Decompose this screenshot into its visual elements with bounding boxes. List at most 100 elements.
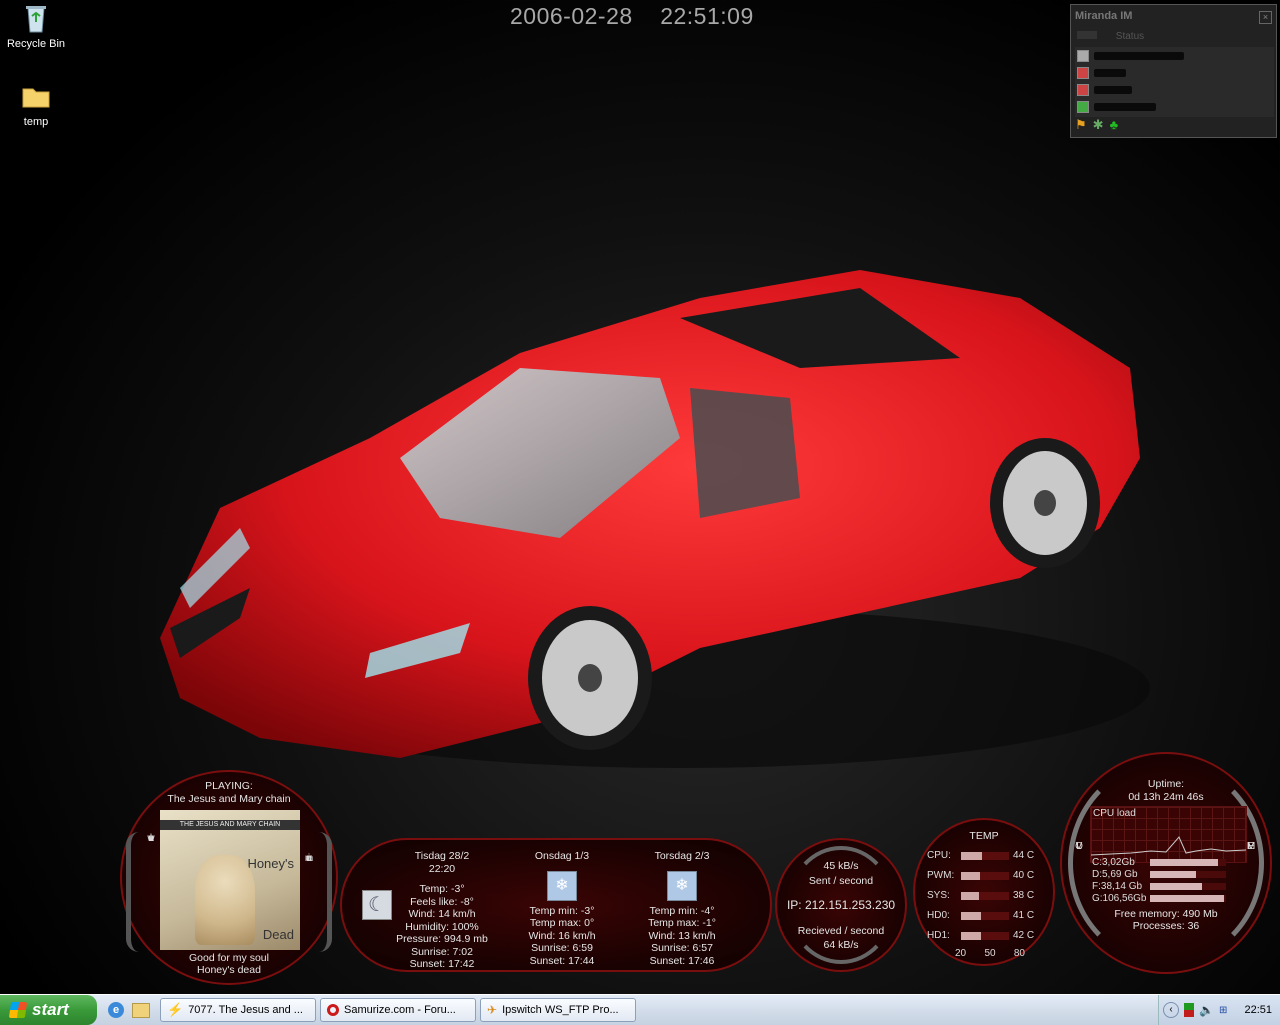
weather-day-3: Torsdag 2/3 ❄ Temp min: -4° Temp max: -1… [612,850,752,967]
track-title: Good for my soul [189,952,269,964]
ie-icon[interactable]: e [108,1002,124,1018]
taskbar-button-winamp[interactable]: ⚡ 7077. The Jesus and ... [160,998,316,1022]
weather-line: Sunset: 17:44 [529,954,595,967]
status-clover-icon[interactable]: ♣ [1110,117,1119,133]
temp-bar [961,931,1009,940]
status-label: Status [1115,31,1145,42]
temp-scale-tick: 20 [955,948,967,959]
album-band-text: The Jesus And Mary Chain [179,821,281,828]
recycle-bin-icon [26,6,46,33]
windows-logo-icon [8,1002,28,1018]
drive-bar-fill [1150,870,1196,878]
drive-row: G:106,56Gb [1092,892,1226,904]
cpu-load-line [1091,836,1246,856]
temp-scale-tick: 50 [984,948,996,959]
contact-list[interactable] [1075,47,1274,117]
temp-value: 38 C [1013,890,1035,901]
weather-line: Sunrise: 6:59 [531,942,593,954]
temp-scale-tick: 80 [1013,948,1025,959]
remain-arc [319,832,332,952]
drive-bar-fill [1150,894,1225,902]
contact-status-icon [1077,100,1089,113]
temp-label: PWM: [927,870,955,881]
miranda-im-window[interactable]: Miranda IM × Status ⚑ ✱ ♣ [1070,4,1277,138]
weather-line: Wind: 14 km/h [408,908,476,920]
temp-value: 41 C [1013,910,1035,921]
options-icon[interactable]: ✱ [1093,117,1104,133]
uptime-value: 0d 13h 24m 46s [1128,791,1204,803]
temp-bar-fill [961,911,981,920]
opera-icon [327,1004,339,1016]
list-item[interactable] [1075,81,1274,98]
temp-label: HD0: [927,910,950,921]
weather-day-title: Onsdag 1/3 [534,850,590,862]
temp-row-cpu: CPU: 44 C [927,850,1037,861]
snow-icon: ❄ [547,870,577,901]
taskbar-button-label: Samurize.com - Foru... [344,1004,456,1016]
volume-icon[interactable]: 🔈 [1199,1003,1214,1017]
drive-label: G:106,56Gb [1092,892,1147,904]
weather-line: Pressure: 994.9 mb [396,933,488,945]
media-player-widget[interactable]: PLAYING: The Jesus and Mary chain The Je… [120,770,338,985]
album-band-strip: The Jesus And Mary Chain [160,820,300,830]
menu-icon[interactable]: ⚑ [1075,117,1087,133]
chevron-left-icon[interactable]: ‹ [1163,1002,1179,1018]
list-item[interactable] [1075,64,1274,81]
temperature-widget: TEMP CPU: 44 C PWM: 40 C SYS: 38 C HD0: 41 C… [913,818,1055,966]
contact-name-redacted [1094,102,1156,111]
temp-bar-fill [961,871,981,880]
temp-bar-fill [961,891,980,900]
temp-title: TEMP [969,830,999,842]
miranda-status-bar[interactable]: Status [1077,31,1271,45]
drive-bar-fill [1150,858,1219,866]
list-item[interactable] [1075,47,1274,64]
album-title-2: Dead [262,927,294,942]
temp-label: HD1: [927,930,950,941]
temp-row-hd0: HD0: 41 C [927,910,1037,921]
temp-bar [961,851,1009,860]
temp-scale: 20 50 80 [955,948,1025,959]
contact-name-redacted [1094,85,1132,94]
taskbar-button-opera[interactable]: Samurize.com - Foru... [320,998,476,1022]
volume-arc[interactable] [126,832,139,952]
weather-line: Temp max: 0° [529,917,595,929]
drive-row: F:38,14 Gb [1092,880,1226,892]
close-button[interactable]: × [1259,11,1272,24]
contact-status-icon [1077,49,1089,62]
snow-icon: ❄ [667,870,697,901]
drive-bar-fill [1150,882,1202,890]
taskbar-button-ftp[interactable]: ✈ Ipswitch WS_FTP Pro... [480,998,636,1022]
desktop-icon-temp[interactable]: temp [0,80,72,128]
weather-day-2: Onsdag 1/3 ❄ Temp min: -3° Temp max: 0° … [492,850,632,967]
album-figure [195,855,255,945]
temp-bar [961,911,1009,920]
explorer-icon[interactable] [132,1003,150,1018]
list-item[interactable] [1075,98,1274,115]
uptime-label: Uptime: [1147,778,1185,790]
weather-day-title: Tisdag 28/2 [414,850,470,862]
weather-line: Temp max: -1° [648,917,716,929]
temp-row-pwm: PWM: 40 C [927,870,1037,881]
weather-line: Sunrise: 6:57 [651,942,713,954]
wallpaper-car-image [160,270,1150,768]
weather-widget: Tisdag 28/2 22:20 Temp: -3° Feels like: … [340,838,772,972]
track-album: Honey's dead [197,964,261,976]
drive-bar [1150,894,1226,902]
start-button[interactable]: start [0,995,97,1025]
tray-clock[interactable]: 22:51 [1244,1004,1272,1016]
weather-line: Sunset: 17:42 [409,958,475,970]
drive-bar [1150,882,1226,890]
language-icon[interactable]: ⊞ [1219,1005,1227,1016]
temp-row-sys: SYS: 38 C [927,890,1037,901]
temp-label: CPU: [927,850,951,861]
network-monitor-icon[interactable] [1184,1003,1194,1017]
system-tray: ‹ 🔈 ⊞ 22:51 [1158,995,1280,1025]
temp-label: SYS: [927,890,950,901]
drive-bar [1150,870,1226,878]
temp-bar [961,871,1009,880]
taskbar-button-label: Ipswitch WS_FTP Pro... [502,1004,619,1016]
desktop-icon-recycle-bin[interactable]: Recycle Bin [0,2,72,50]
drive-label: F:38,14 Gb [1092,880,1143,892]
weather-line: Wind: 16 km/h [528,929,596,942]
taskbar: start e ⚡ 7077. The Jesus and ... Samuri… [0,994,1280,1025]
